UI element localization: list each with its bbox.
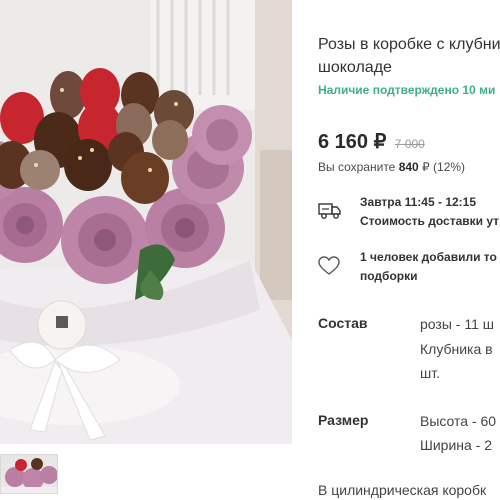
old-price: 7 000 xyxy=(394,137,425,151)
composition-value-3: шт. xyxy=(420,365,440,381)
delivery-truck-icon xyxy=(318,200,342,220)
product-title: Розы в коробке с клубни шоколаде xyxy=(318,33,500,79)
composition-value-2: Клубника в xyxy=(420,341,493,357)
product-title-line1: Розы в коробке с клубни xyxy=(318,36,500,53)
product-info-panel: Розы в коробке с клубни шоколаде Наличие… xyxy=(292,0,500,500)
heart-icon[interactable] xyxy=(318,256,340,276)
savings-text: Вы сохраните 840 ₽ (12%) xyxy=(318,160,465,174)
delivery-time: Завтра 11:45 - 12:15 xyxy=(360,195,477,209)
size-height: Высота - 60 xyxy=(420,413,497,429)
savings-suffix: ₽ (12%) xyxy=(418,160,466,174)
size-width: Ширина - 2 xyxy=(420,437,493,453)
thumbnail-strip xyxy=(0,444,292,500)
current-price: 6 160 ₽ xyxy=(318,131,387,153)
product-photo[interactable] xyxy=(0,0,292,444)
thumbnail-1[interactable] xyxy=(0,454,58,494)
product-title-line2: шоколаде xyxy=(318,59,392,76)
favorites-count-text-2: подборки xyxy=(360,269,418,283)
delivery-cost: Стоимость доставки ут xyxy=(360,214,500,228)
savings-prefix: Вы сохраните xyxy=(318,160,399,174)
savings-amount: 840 xyxy=(398,160,419,174)
bouquet-image xyxy=(0,0,292,444)
thumbnail-image xyxy=(1,455,57,493)
size-label: Размер xyxy=(318,412,369,428)
composition-label: Состав xyxy=(318,315,368,331)
favorites-count-text: 1 человек добавили то xyxy=(360,250,497,264)
availability-status: Наличие подтверждено 10 ми xyxy=(318,83,496,97)
composition-value-1: розы - 11 ш xyxy=(420,316,494,332)
product-description: В цилиндрическая коробк xyxy=(318,482,487,498)
price-row: 6 160 ₽ 7 000 xyxy=(318,129,425,154)
